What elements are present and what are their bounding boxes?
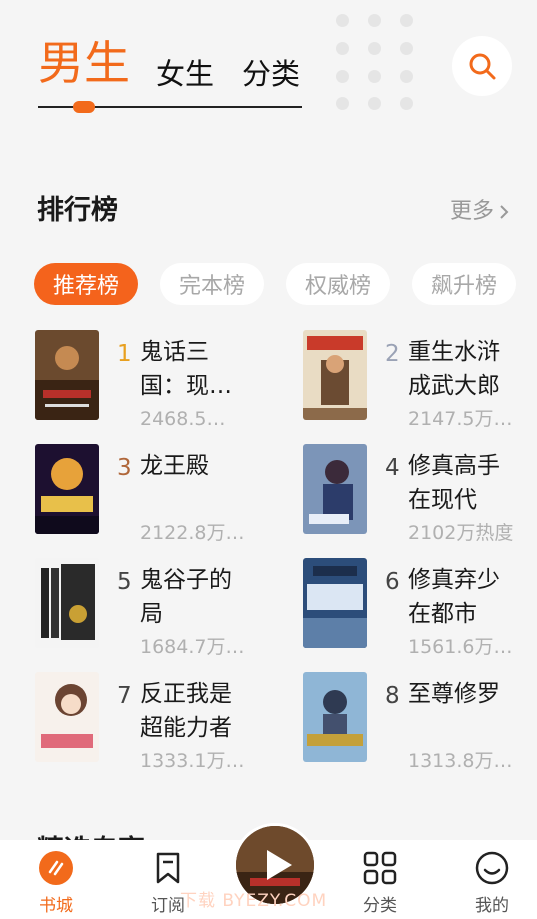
book-heat: 1561.6万… <box>408 636 513 658</box>
chip-rising[interactable]: 飙升榜 <box>412 263 516 305</box>
tab-category[interactable]: 分类 <box>242 60 300 89</box>
bookmark-icon <box>150 850 186 886</box>
book-title: 鬼谷子的局 <box>140 567 232 627</box>
book-heat: 2468.5… <box>140 408 226 430</box>
book-item[interactable]: 5 鬼谷子的局 1684.7万… <box>35 558 285 658</box>
book-cover <box>303 558 367 648</box>
nav-label: 书城 <box>39 896 73 916</box>
more-link[interactable]: 更多 <box>450 201 510 223</box>
book-heat: 2102万热度 <box>408 522 514 544</box>
tab-boys[interactable]: 男生 <box>38 40 130 86</box>
bookstore-icon <box>38 850 74 886</box>
book-heat: 2122.8万… <box>140 522 245 544</box>
book-cover <box>35 330 99 420</box>
tab-girls[interactable]: 女生 <box>156 60 214 89</box>
more-label: 更多 <box>450 199 495 224</box>
nav-label: 分类 <box>363 896 397 916</box>
chip-authority[interactable]: 权威榜 <box>286 263 390 305</box>
book-heat: 1684.7万… <box>140 636 245 658</box>
rank-number: 4 <box>385 455 400 481</box>
book-item[interactable]: 2 重生水浒成武大郎 2147.5万… <box>303 330 537 430</box>
chevron-right-icon <box>500 205 509 219</box>
rank-number: 1 <box>117 341 132 367</box>
book-heat: 1313.8万… <box>408 750 513 772</box>
book-heat: 2147.5万… <box>408 408 513 430</box>
chip-recommended[interactable]: 推荐榜 <box>34 263 138 305</box>
nav-profile[interactable]: 我的 <box>452 840 532 919</box>
rank-number: 7 <box>117 683 132 709</box>
rank-number: 2 <box>385 341 400 367</box>
book-heat: 1333.1万… <box>140 750 245 772</box>
section-title-ranking: 排行榜 <box>37 195 118 226</box>
nav-category[interactable]: 分类 <box>340 840 420 919</box>
rank-number: 5 <box>117 569 132 595</box>
book-cover <box>303 330 367 420</box>
nav-label: 我的 <box>475 896 509 916</box>
book-item[interactable]: 1 鬼话三国：现… 2468.5… <box>35 330 285 430</box>
search-button[interactable] <box>452 36 512 96</box>
book-title: 重生水浒成武大郎 <box>408 339 500 399</box>
nav-bookstore[interactable]: 书城 <box>16 840 96 919</box>
book-title: 鬼话三国：现… <box>140 339 232 399</box>
book-title: 反正我是超能力者 <box>140 681 232 741</box>
book-item[interactable]: 3 龙王殿 2122.8万… <box>35 444 285 544</box>
book-cover <box>303 672 367 762</box>
book-cover <box>35 444 99 534</box>
rank-number: 3 <box>117 455 132 481</box>
book-item[interactable]: 7 反正我是超能力者 1333.1万… <box>35 672 285 772</box>
book-cover <box>35 558 99 648</box>
rank-number: 8 <box>385 683 400 709</box>
search-icon <box>469 53 496 80</box>
book-title: 修真高手在现代 <box>408 453 500 513</box>
watermark: 下载 BYEZY.COM <box>180 891 328 911</box>
book-title: 至尊修罗 <box>408 681 500 707</box>
chip-completed[interactable]: 完本榜 <box>160 263 264 305</box>
book-title: 龙王殿 <box>140 453 209 479</box>
book-item[interactable]: 8 至尊修罗 1313.8万… <box>303 672 537 772</box>
book-item[interactable]: 4 修真高手在现代 2102万热度 <box>303 444 537 544</box>
book-title: 修真弃少在都市 <box>408 567 500 627</box>
book-cover <box>303 444 367 534</box>
rank-number: 6 <box>385 569 400 595</box>
book-item[interactable]: 6 修真弃少在都市 1561.6万… <box>303 558 537 658</box>
book-cover <box>35 672 99 762</box>
smiley-icon <box>474 850 510 886</box>
grid-icon <box>362 850 398 886</box>
tab-indicator <box>73 101 95 113</box>
